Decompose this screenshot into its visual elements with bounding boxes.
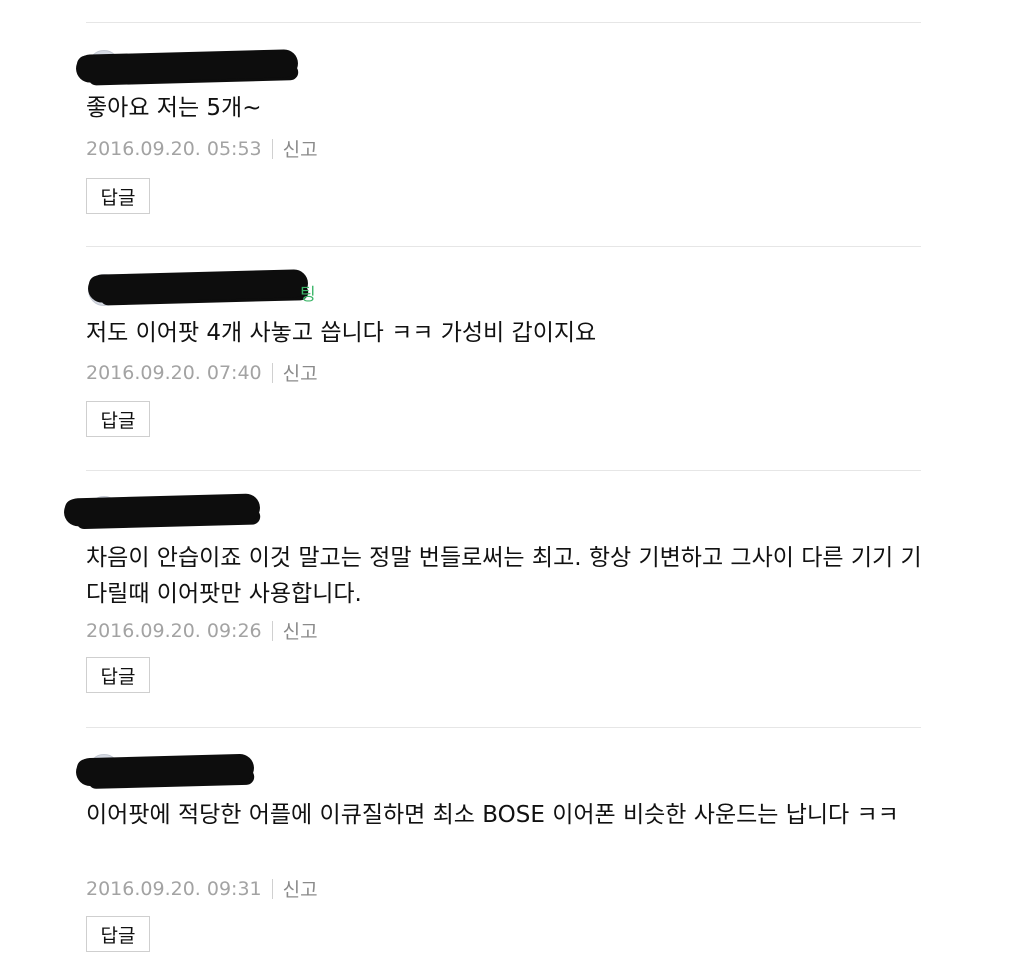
comment-date: 2016.09.20. 09:31 bbox=[86, 877, 262, 900]
nickname-suffix: 팅 bbox=[300, 285, 316, 305]
report-link[interactable]: 신고 bbox=[283, 875, 318, 902]
comment-author: 팅 bbox=[86, 268, 346, 308]
comment-date: 2016.09.20. 09:26 bbox=[86, 619, 262, 642]
comment-date: 2016.09.20. 07:40 bbox=[86, 361, 262, 384]
comment-meta: 2016.09.20. 05:53 신고 bbox=[86, 135, 318, 162]
comment-date: 2016.09.20. 05:53 bbox=[86, 137, 262, 160]
meta-separator bbox=[271, 878, 273, 899]
comment-author bbox=[75, 748, 346, 788]
reply-button[interactable]: 답글 bbox=[86, 916, 150, 952]
redacted-nickname bbox=[75, 753, 255, 787]
redacted-nickname bbox=[75, 49, 299, 83]
comment-meta: 2016.09.20. 09:31 신고 bbox=[86, 875, 318, 902]
comment-divider bbox=[86, 727, 921, 728]
reply-button[interactable]: 답글 bbox=[86, 401, 150, 437]
redacted-nickname bbox=[63, 493, 261, 527]
comment-text: 좋아요 저는 5개~ bbox=[86, 95, 262, 121]
redacted-nickname bbox=[87, 269, 309, 303]
reply-button[interactable]: 답글 bbox=[86, 657, 150, 693]
comment-item: 차음이 안습이죠 이것 말고는 정말 번들로써는 최고. 항상 기변하고 그사이… bbox=[63, 490, 936, 705]
comment-text: 저도 이어팟 4개 사놓고 씁니다 ㅋㅋ 가성비 갑이지요 bbox=[86, 320, 597, 346]
comment-divider bbox=[86, 22, 921, 23]
comment-divider bbox=[86, 246, 921, 247]
comment-author bbox=[63, 490, 346, 530]
meta-separator bbox=[271, 138, 273, 159]
report-link[interactable]: 신고 bbox=[283, 617, 318, 644]
comment-item: 이어팟에 적당한 어플에 이큐질하면 최소 BOSE 이어폰 비슷한 사운드는 … bbox=[75, 748, 936, 963]
meta-separator bbox=[271, 362, 273, 383]
meta-separator bbox=[271, 620, 273, 641]
comment-text: 이어팟에 적당한 어플에 이큐질하면 최소 BOSE 이어폰 비슷한 사운드는 … bbox=[86, 802, 899, 828]
reply-button[interactable]: 답글 bbox=[86, 178, 150, 214]
comment-meta: 2016.09.20. 09:26 신고 bbox=[86, 617, 318, 644]
comment-item: 좋아요 저는 5개~ 2016.09.20. 05:53 신고 답글 bbox=[75, 44, 936, 224]
comment-meta: 2016.09.20. 07:40 신고 bbox=[86, 359, 318, 386]
comment-text: 차음이 안습이죠 이것 말고는 정말 번들로써는 최고. 항상 기변하고 그사이… bbox=[86, 545, 922, 607]
report-link[interactable]: 신고 bbox=[283, 135, 318, 162]
comment-author bbox=[75, 44, 346, 84]
report-link[interactable]: 신고 bbox=[283, 359, 318, 386]
comment-divider bbox=[86, 470, 921, 471]
comment-item: 팅 저도 이어팟 4개 사놓고 씁니다 ㅋㅋ 가성비 갑이지요 2016.09.… bbox=[86, 268, 936, 448]
